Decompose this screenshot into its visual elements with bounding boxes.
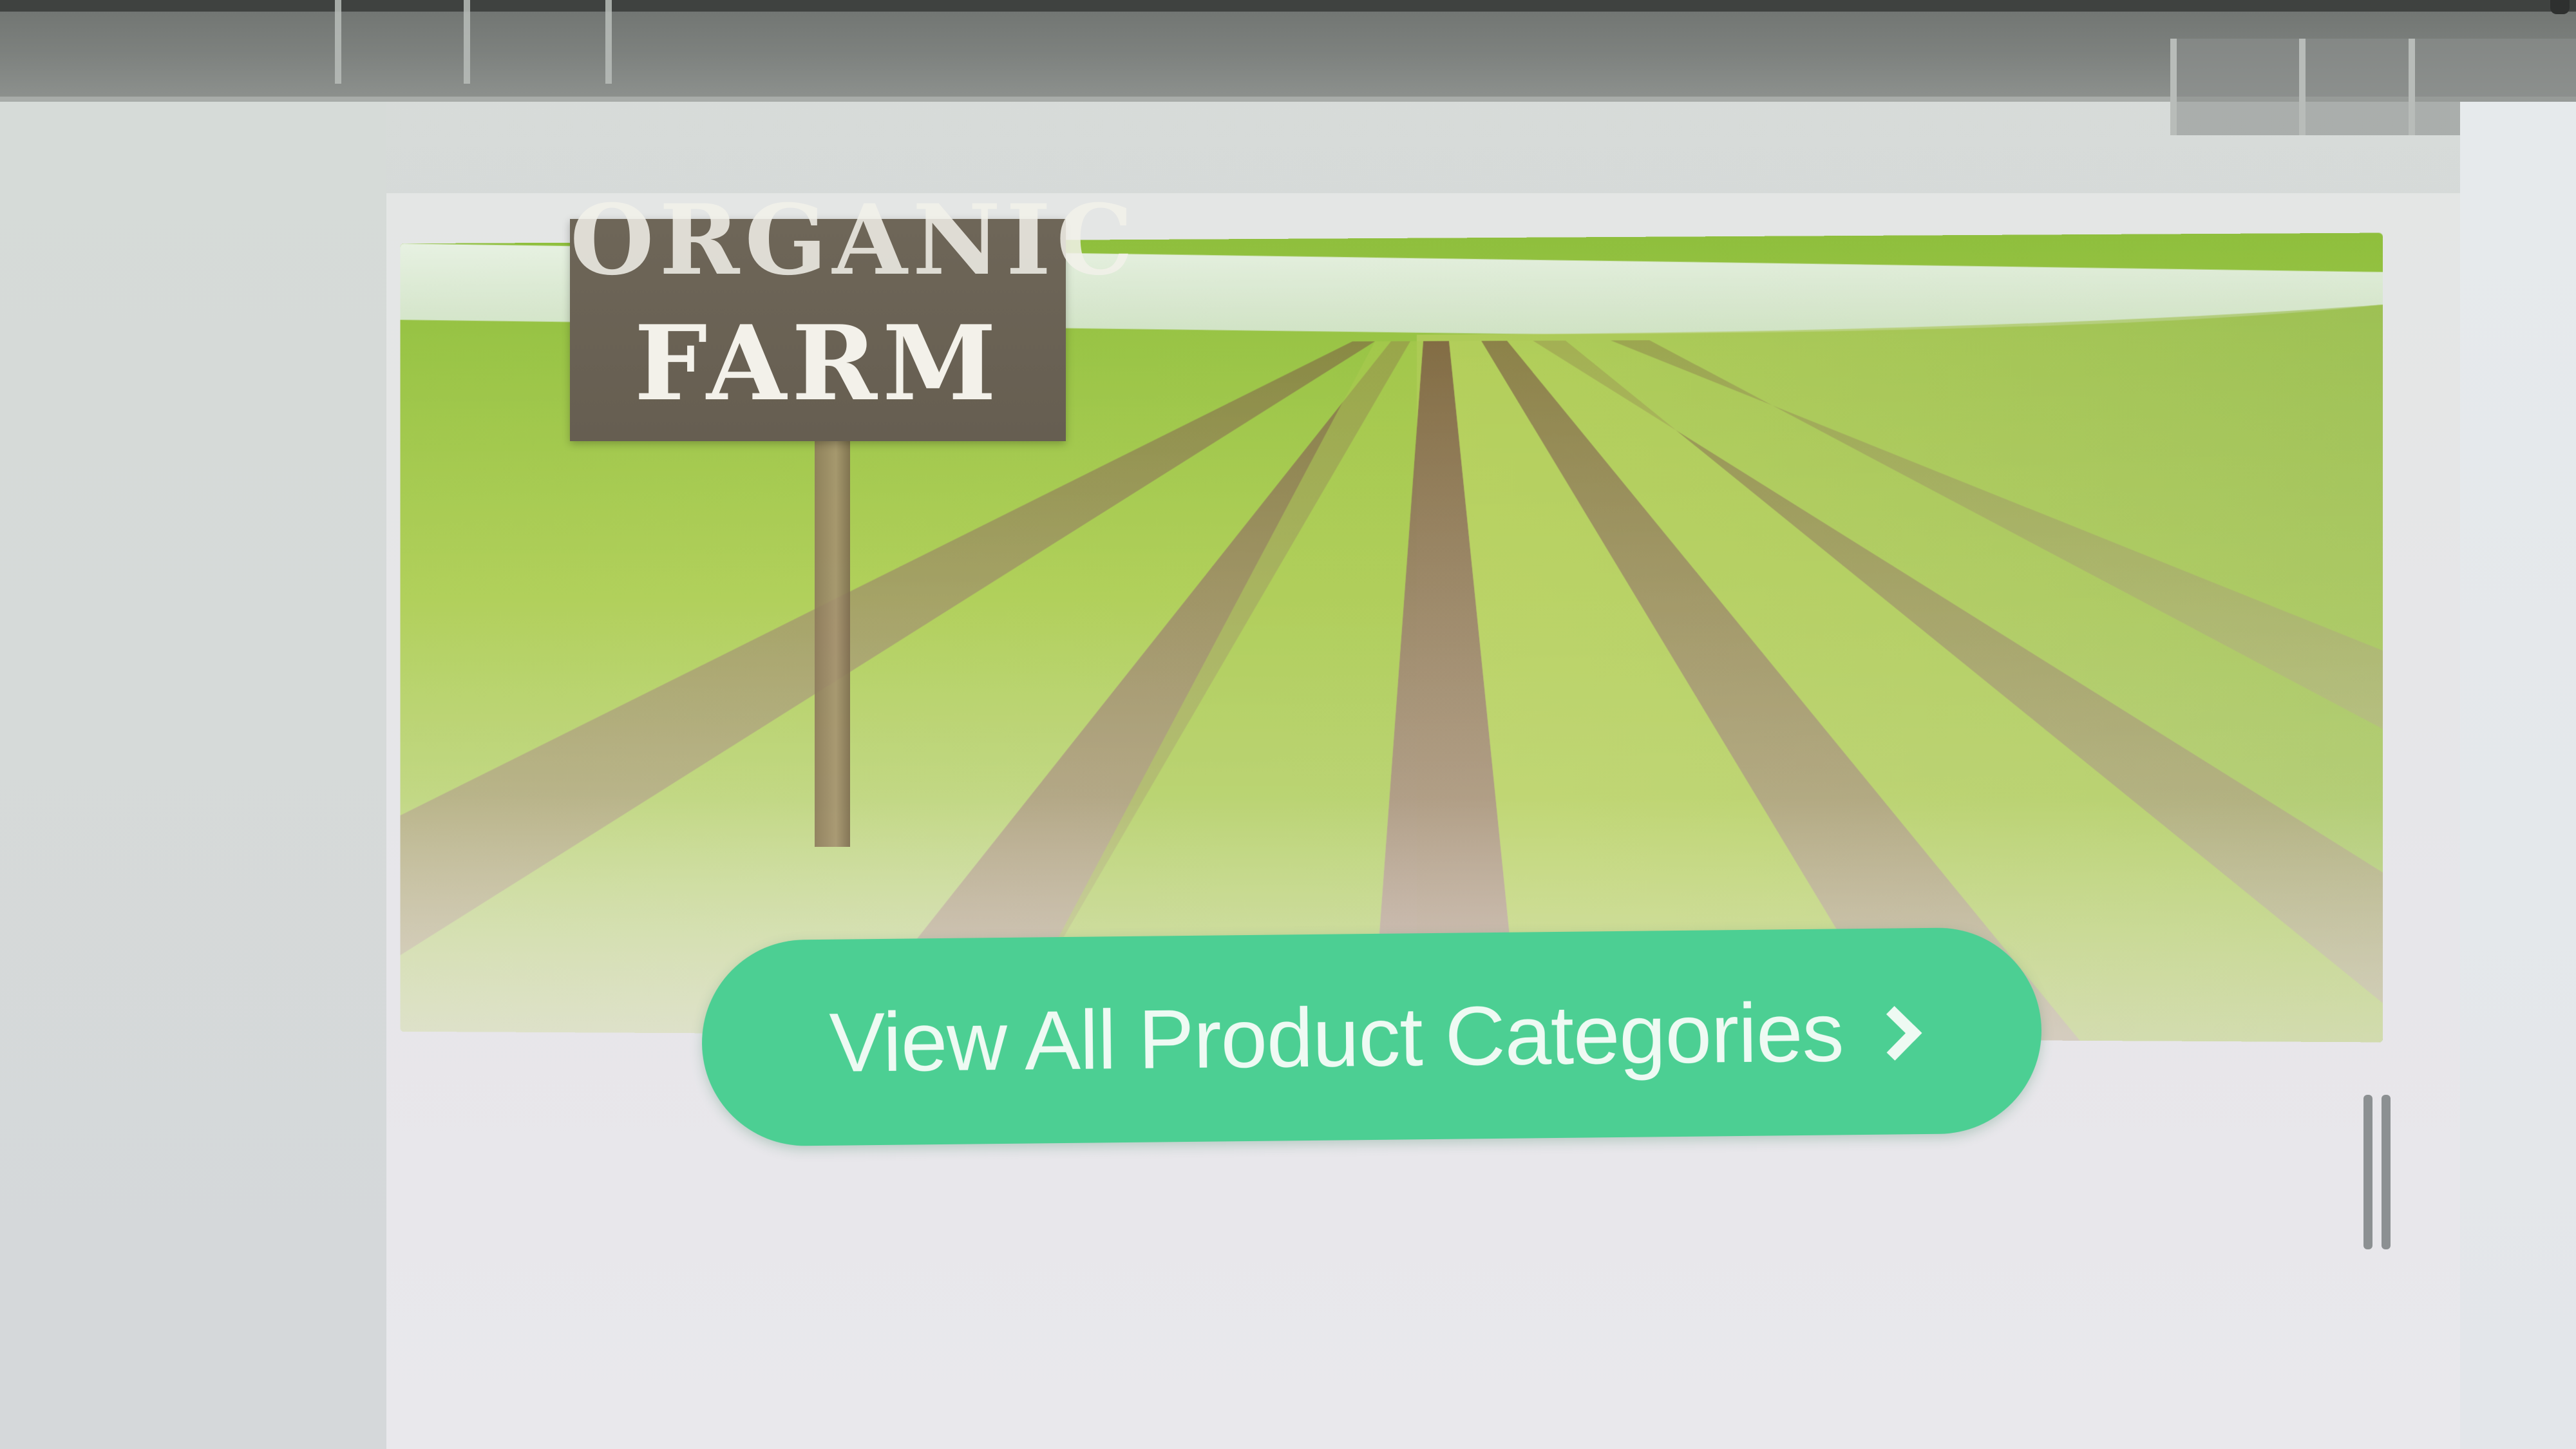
grip-line xyxy=(2382,1095,2391,1249)
toolbar-divider xyxy=(605,0,612,84)
organic-farm-sign: ORGANIC FARM xyxy=(570,184,1133,441)
left-margin xyxy=(0,102,386,1449)
cta-label: View All Product Categories xyxy=(828,985,1844,1090)
toolbar-divider xyxy=(335,0,341,84)
right-margin xyxy=(2460,102,2576,1449)
sign-post xyxy=(815,441,850,847)
grip-lines-icon[interactable] xyxy=(2363,1095,2398,1249)
toolbar-divider xyxy=(464,0,470,84)
browser-toolbar xyxy=(0,0,2576,135)
sign-text-line2: FARM xyxy=(634,303,1002,424)
chevron-right-icon xyxy=(1867,1006,1922,1061)
toolbar-button[interactable] xyxy=(2170,39,2299,135)
view-all-product-categories-button[interactable]: View All Product Categories xyxy=(701,927,2043,1147)
toolbar-button[interactable] xyxy=(2299,39,2415,135)
corner-glyph xyxy=(2550,0,2570,14)
toolbar-top-strip xyxy=(0,0,2576,12)
grip-line xyxy=(2363,1095,2372,1249)
sign-text-line1: ORGANIC xyxy=(570,184,1139,297)
